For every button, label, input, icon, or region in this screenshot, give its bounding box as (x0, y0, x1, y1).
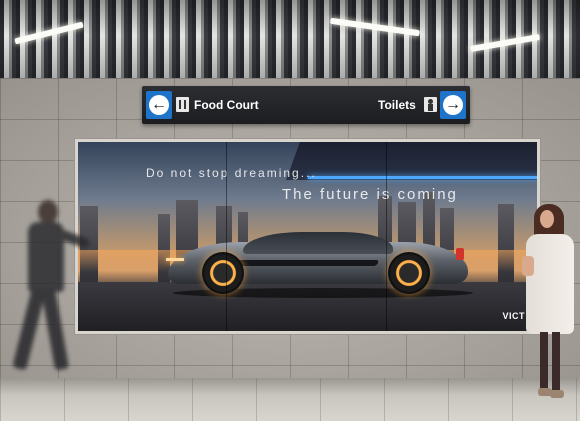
cutlery-icon (176, 97, 189, 112)
car-cockpit (243, 232, 393, 254)
headline-dreaming: Do not stop dreaming... (146, 166, 317, 180)
front-wheel (202, 252, 244, 294)
right-arrow-box: → (440, 91, 466, 119)
arrow-left-icon: ← (149, 95, 169, 115)
architecture-overhang (286, 142, 537, 180)
wayfinding-sign: ← Food Court Toilets → (142, 86, 470, 124)
walking-person-blurred (10, 200, 91, 375)
ceiling-shade (0, 0, 580, 78)
person-icon (424, 97, 437, 112)
skyline-building (498, 204, 514, 284)
rear-wheel (388, 252, 430, 294)
left-arrow-box: ← (146, 91, 172, 119)
panel-seam (386, 142, 387, 331)
car-side-vent (226, 260, 380, 266)
overhang-light (307, 176, 537, 179)
panel-seam (226, 142, 227, 331)
toilets-label: Toilets (378, 98, 416, 112)
arrow-right-icon: → (443, 95, 463, 115)
headline-future: The future is coming (282, 186, 458, 203)
woman-standing (522, 204, 580, 404)
car-headlight (166, 258, 184, 261)
station-scene: ← Food Court Toilets → Do not stop dream… (0, 0, 580, 421)
floor-tiles (0, 378, 580, 421)
car-taillight (456, 248, 464, 260)
video-wall-display: Do not stop dreaming... The future is co… (78, 142, 537, 331)
food-court-label: Food Court (194, 98, 259, 112)
